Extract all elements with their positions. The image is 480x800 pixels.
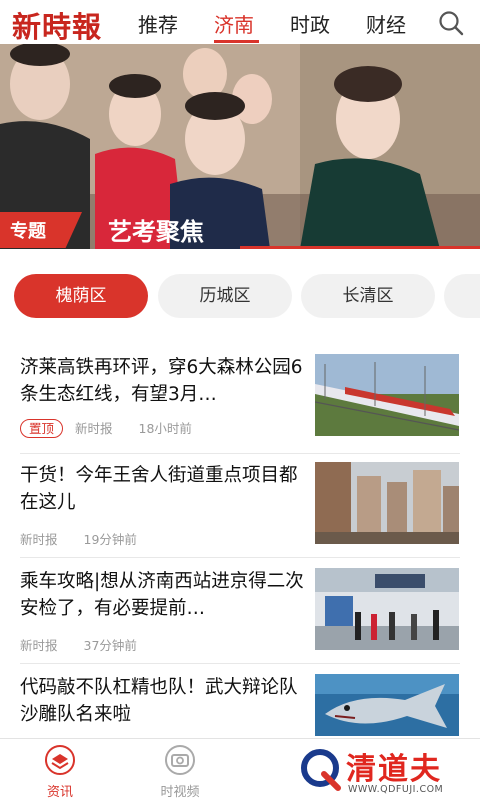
nav-news-label: 资讯 xyxy=(46,785,73,800)
nav-video-label: 时视频 xyxy=(160,785,200,800)
featured-banner[interactable]: 专题 艺考聚焦 xyxy=(0,44,480,249)
list-item[interactable]: 干货！今年王舍人街道重点项目都在这儿 新时报 19分钟前 xyxy=(0,462,480,547)
news-title[interactable]: 干货！今年王舍人街道重点项目都在这儿 xyxy=(20,462,305,516)
divider xyxy=(20,453,460,454)
watermark-url: WWW.QDFUJI.COM xyxy=(348,784,444,795)
news-title[interactable]: 乘车攻略|想从济南西站进京得二次安检了，有必要提前… xyxy=(20,568,305,622)
news-time: 37分钟前 xyxy=(83,638,137,653)
news-title[interactable]: 济莱高铁再环评，穿6大森林公园6条生态红线，有望3月… xyxy=(20,354,305,408)
train-photo[interactable] xyxy=(315,354,459,436)
banner-title[interactable]: 艺考聚焦 xyxy=(108,212,204,247)
station-photo[interactable] xyxy=(315,568,459,650)
watermark-text: 清道夫 xyxy=(346,752,442,787)
tab-finance[interactable]: 财经 xyxy=(366,0,442,44)
divider xyxy=(20,663,460,664)
chip-huaiyin[interactable]: 槐荫区 xyxy=(14,274,148,318)
list-item[interactable]: 乘车攻略|想从济南西站进京得二次安检了，有必要提前… 新时报 37分钟前 xyxy=(0,568,480,653)
camera-icon xyxy=(165,745,195,775)
divider xyxy=(20,557,460,558)
list-item[interactable]: 代码敲不队杠精也队！武大辩论队沙雕队名来啦 xyxy=(0,674,480,738)
district-chips: 槐荫区 历城区 长清区 xyxy=(0,274,480,318)
news-time: 19分钟前 xyxy=(83,532,137,547)
list-item[interactable]: 济莱高铁再环评，穿6大森林公园6条生态红线，有望3月… 置顶 新时报 18小时前 xyxy=(0,354,480,446)
tab-recommend[interactable]: 推荐 xyxy=(138,0,214,44)
tab-politics[interactable]: 时政 xyxy=(290,0,366,44)
watermark-logo-icon xyxy=(301,749,341,791)
banner-accent-line xyxy=(240,246,480,249)
chip-changqing[interactable]: 长清区 xyxy=(301,274,435,318)
news-icon xyxy=(45,745,75,775)
chip-licheng[interactable]: 历城区 xyxy=(158,274,292,318)
search-icon[interactable] xyxy=(438,10,464,36)
buildings-photo[interactable] xyxy=(315,462,459,544)
news-source: 新时报 xyxy=(20,532,58,547)
chip-more[interactable] xyxy=(444,274,480,318)
tab-jinan[interactable]: 济南 xyxy=(214,0,290,44)
watermark: 清道夫 WWW.QDFUJI.COM xyxy=(292,742,480,800)
topic-tag-label: 专题 xyxy=(10,221,46,242)
nav-news[interactable]: 资讯 xyxy=(28,745,92,800)
news-time: 18小时前 xyxy=(138,421,192,436)
fish-photo[interactable] xyxy=(315,674,459,736)
channel-tabs: 推荐 济南 时政 财经 xyxy=(138,0,442,44)
pinned-badge: 置顶 xyxy=(20,419,64,438)
news-meta: 新时报 37分钟前 xyxy=(20,635,137,654)
app-logo[interactable]: 新時報 xyxy=(12,4,102,46)
nav-video[interactable]: 时视频 xyxy=(148,745,212,800)
top-header: 新時報 推荐 济南 时政 财经 xyxy=(0,0,480,44)
news-meta: 置顶 新时报 18小时前 xyxy=(20,418,192,438)
news-source: 新时报 xyxy=(75,421,113,436)
news-meta: 新时报 19分钟前 xyxy=(20,529,137,548)
news-title[interactable]: 代码敲不队杠精也队！武大辩论队沙雕队名来啦 xyxy=(20,674,305,728)
news-source: 新时报 xyxy=(20,638,58,653)
